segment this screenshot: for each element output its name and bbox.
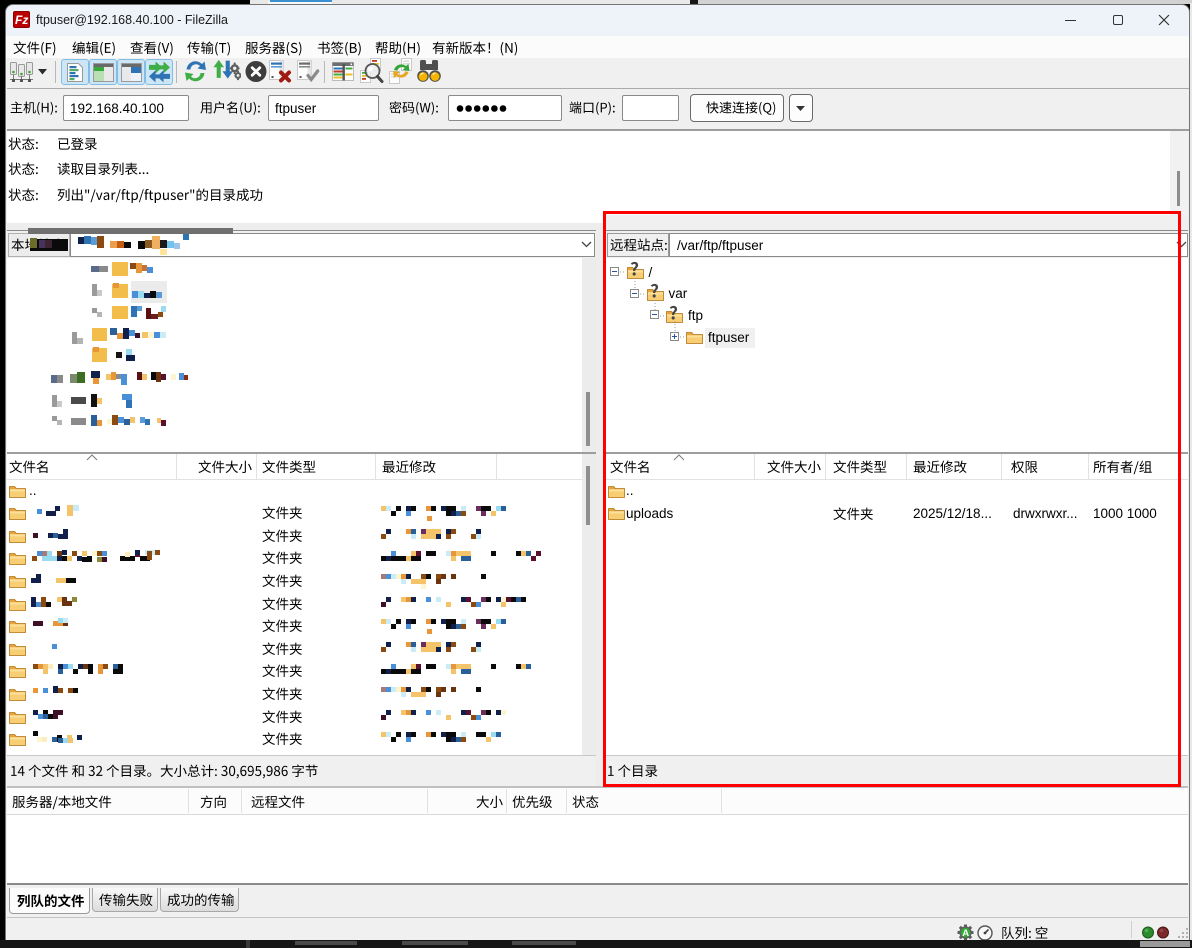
svg-text:Fz: Fz <box>15 13 28 27</box>
svg-text:A: A <box>962 928 969 939</box>
